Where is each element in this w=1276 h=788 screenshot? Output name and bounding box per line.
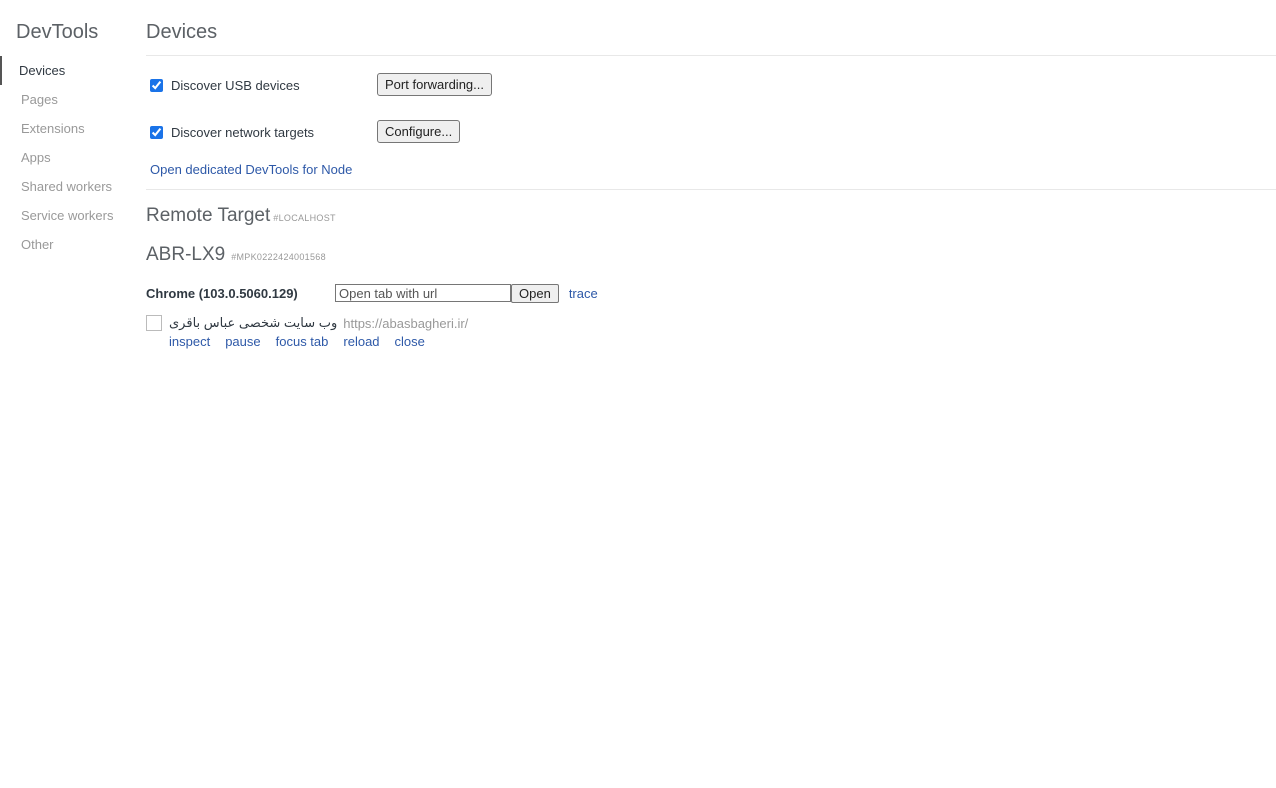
browser-row: Chrome (103.0.5060.129) Open trace — [146, 283, 598, 303]
remote-target-heading: Remote Target #LOCALHOST — [146, 205, 336, 227]
focus-tab-link[interactable]: focus tab — [276, 334, 329, 349]
page-title: Devices — [146, 21, 218, 43]
discover-usb-row: Discover USB devices — [146, 73, 300, 97]
target-url: https://abasbagheri.ir/ — [343, 315, 469, 331]
sidebar-item-service-workers[interactable]: Service workers — [0, 201, 130, 230]
sidebar-item-devices[interactable]: Devices — [0, 56, 130, 85]
reload-link[interactable]: reload — [343, 334, 379, 349]
header-divider — [146, 55, 1276, 56]
sidebar-title: DevTools — [16, 21, 99, 43]
discover-usb-label: Discover USB devices — [171, 77, 300, 93]
remote-target-subtitle: #LOCALHOST — [273, 213, 336, 223]
sidebar-item-pages[interactable]: Pages — [0, 85, 130, 114]
discover-network-checkbox[interactable] — [150, 125, 163, 139]
open-tab-button[interactable]: Open — [511, 283, 559, 303]
sidebar: DevTools Devices Pages Extensions Apps S… — [0, 0, 130, 788]
pause-link[interactable]: pause — [225, 334, 260, 349]
open-tab-url-input[interactable] — [335, 284, 511, 302]
discover-network-label: Discover network targets — [171, 124, 315, 140]
target-actions: inspect pause focus tab reload close — [169, 332, 440, 350]
device-serial: #MPK0222424001568 — [231, 252, 326, 262]
sidebar-nav: Devices Pages Extensions Apps Shared wor… — [0, 56, 130, 259]
configure-button[interactable]: Configure... — [377, 120, 461, 143]
target-row: وب سایت شخصی عباس باقری https://abasbagh… — [146, 314, 468, 332]
target-name: وب سایت شخصی عباس باقری — [169, 315, 338, 330]
section-divider — [146, 189, 1276, 190]
discover-network-row: Discover network targets — [146, 120, 314, 144]
device-heading: ABR-LX9 #MPK0222424001568 — [146, 244, 326, 266]
close-link[interactable]: close — [395, 334, 425, 349]
inspect-link[interactable]: inspect — [169, 334, 210, 349]
node-devtools-link[interactable]: Open dedicated DevTools for Node — [150, 162, 352, 177]
sidebar-item-extensions[interactable]: Extensions — [0, 114, 130, 143]
device-name: ABR-LX9 — [146, 244, 226, 265]
sidebar-item-other[interactable]: Other — [0, 230, 130, 259]
remote-target-title: Remote Target — [146, 205, 271, 226]
port-forwarding-button[interactable]: Port forwarding... — [377, 73, 492, 96]
target-favicon — [146, 315, 162, 331]
discover-usb-checkbox[interactable] — [150, 78, 163, 92]
main-content: Devices Discover USB devices Port forwar… — [146, 0, 1276, 788]
sidebar-item-shared-workers[interactable]: Shared workers — [0, 172, 130, 201]
trace-link[interactable]: trace — [569, 286, 598, 301]
browser-name: Chrome (103.0.5060.129) — [146, 285, 298, 301]
sidebar-item-apps[interactable]: Apps — [0, 143, 130, 172]
